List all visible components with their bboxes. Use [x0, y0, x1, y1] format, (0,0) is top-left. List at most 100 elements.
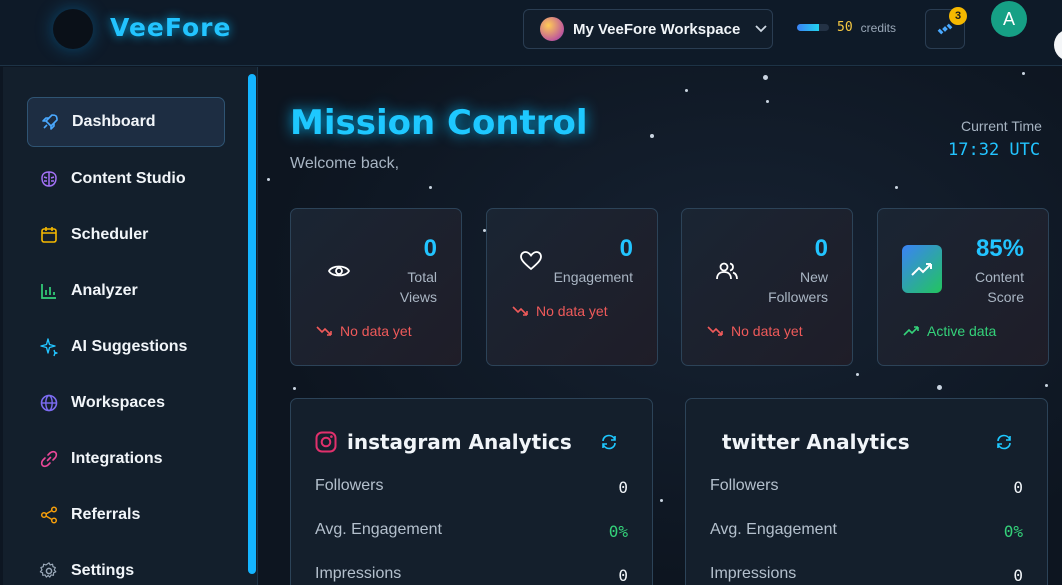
instagram-analytics-panel: instagram Analytics Followers 0 Avg. Eng…: [290, 398, 653, 585]
sidebar-item-ai-suggestions[interactable]: AI Suggestions: [27, 322, 225, 372]
metric-label: Impressions: [315, 565, 402, 582]
metric-value: 0: [1013, 566, 1023, 585]
metric-value: 0%: [1003, 522, 1023, 541]
current-time-label: Current Time: [961, 118, 1042, 134]
globe-icon: [39, 393, 59, 413]
metric-label: Avg. Engagement: [710, 521, 837, 538]
stat-note-text: No data yet: [340, 323, 412, 339]
trending-up-icon: [902, 245, 942, 293]
stat-card-engagement[interactable]: 0 Engagement No data yet: [486, 208, 658, 366]
credits-value: 50: [837, 20, 853, 35]
stat-label-line: Views: [399, 289, 437, 305]
stat-card-content-score[interactable]: 85% Content Score Active data: [877, 208, 1049, 366]
stat-label: Content Score: [975, 267, 1024, 307]
calendar-icon: [39, 225, 59, 245]
stat-label: New Followers: [768, 267, 828, 307]
sidebar-item-scheduler[interactable]: Scheduler: [27, 210, 225, 260]
gear-icon: [39, 561, 59, 581]
workspace-selector[interactable]: My VeeFore Workspace: [523, 9, 773, 49]
sidebar-item-label: Settings: [71, 562, 135, 579]
metric-value: 0%: [608, 522, 628, 541]
star-decoration: [267, 178, 270, 181]
trending-down-icon: [316, 326, 332, 336]
stat-label: Engagement: [554, 267, 633, 287]
stat-note-text: No data yet: [731, 323, 803, 339]
star-decoration: [895, 186, 898, 189]
user-avatar[interactable]: A: [991, 1, 1027, 37]
sidebar-scrollbar[interactable]: [248, 74, 256, 574]
stat-card-new-followers[interactable]: 0 New Followers No data yet: [681, 208, 853, 366]
metric-value: 0: [618, 566, 628, 585]
share-icon: [39, 505, 59, 525]
brand-logo[interactable]: [53, 9, 93, 49]
star-decoration: [937, 385, 942, 390]
eye-icon: [327, 265, 351, 277]
satellite-icon: [937, 23, 953, 35]
star-decoration: [660, 499, 663, 502]
metric-label: Impressions: [710, 565, 797, 582]
sidebar-item-dashboard[interactable]: Dashboard: [27, 97, 225, 147]
star-decoration: [766, 100, 769, 103]
stat-value: 0: [423, 235, 437, 262]
sidebar-item-integrations[interactable]: Integrations: [27, 434, 225, 484]
sidebar-item-label: AI Suggestions: [71, 338, 188, 355]
sidebar-item-analyzer[interactable]: Analyzer: [27, 266, 225, 316]
star-decoration: [1045, 384, 1048, 387]
sidebar-item-workspaces[interactable]: Workspaces: [27, 378, 225, 428]
workspace-label: My VeeFore Workspace: [573, 20, 741, 38]
users-icon: [716, 262, 738, 280]
stat-note: No data yet: [316, 323, 412, 339]
refresh-icon[interactable]: [995, 433, 1013, 451]
link-icon: [39, 449, 59, 469]
stat-note: No data yet: [512, 303, 608, 319]
sidebar-item-referrals[interactable]: Referrals: [27, 490, 225, 540]
metric-label: Avg. Engagement: [315, 521, 442, 538]
star-decoration: [856, 373, 859, 376]
page-title: Mission Control: [290, 103, 588, 143]
metric-value: 0: [618, 478, 628, 497]
sidebar-item-label: Referrals: [71, 506, 141, 523]
sidebar-item-label: Content Studio: [71, 170, 186, 187]
stat-label-line: Total: [407, 269, 437, 285]
star-decoration: [685, 89, 688, 92]
stat-label-line: New: [799, 269, 828, 285]
star-decoration: [293, 387, 296, 390]
stat-note: Active data: [903, 323, 996, 339]
stat-label-line: Score: [987, 289, 1024, 305]
stat-label-line: Followers: [768, 289, 828, 305]
bar-chart-icon: [39, 281, 59, 301]
chevron-down-icon: [755, 22, 767, 36]
star-decoration: [1022, 72, 1025, 75]
sparkles-icon: [39, 337, 59, 357]
brand-name[interactable]: VeeFore: [110, 13, 231, 42]
sidebar-item-content-studio[interactable]: Content Studio: [27, 154, 225, 204]
notification-badge: 3: [949, 7, 967, 25]
trending-down-icon: [707, 326, 723, 336]
stat-value: 0: [619, 235, 633, 262]
refresh-icon[interactable]: [600, 433, 618, 451]
current-time-value: 17:32 UTC: [948, 140, 1041, 160]
sidebar-item-label: Dashboard: [72, 113, 156, 130]
sidebar-item-settings[interactable]: Settings: [27, 546, 225, 585]
stat-note-text: Active data: [927, 323, 997, 339]
twitter-analytics-panel: twitter Analytics Followers 0 Avg. Engag…: [685, 398, 1048, 585]
stat-label-line: Content: [974, 269, 1024, 285]
credits-bar: [797, 24, 829, 31]
stat-value: 85%: [975, 235, 1024, 262]
sidebar-item-label: Scheduler: [71, 226, 149, 243]
stat-note: No data yet: [707, 323, 803, 339]
sidebar-item-label: Workspaces: [71, 394, 165, 411]
credits-label: credits: [860, 20, 896, 35]
stat-card-total-views[interactable]: 0 Total Views No data yet: [290, 208, 462, 366]
stat-note-text: No data yet: [536, 303, 608, 319]
stat-label-line: Engagement: [553, 269, 633, 285]
metric-label: Followers: [710, 477, 779, 494]
panel-title: twitter Analytics: [722, 430, 910, 454]
workspace-avatar: [540, 17, 564, 41]
rocket-icon: [40, 112, 60, 132]
star-decoration: [763, 75, 768, 80]
star-decoration: [429, 186, 432, 189]
credits-indicator[interactable]: 50 credits: [797, 20, 896, 35]
trending-down-icon: [512, 306, 528, 316]
heart-icon: [520, 251, 542, 271]
